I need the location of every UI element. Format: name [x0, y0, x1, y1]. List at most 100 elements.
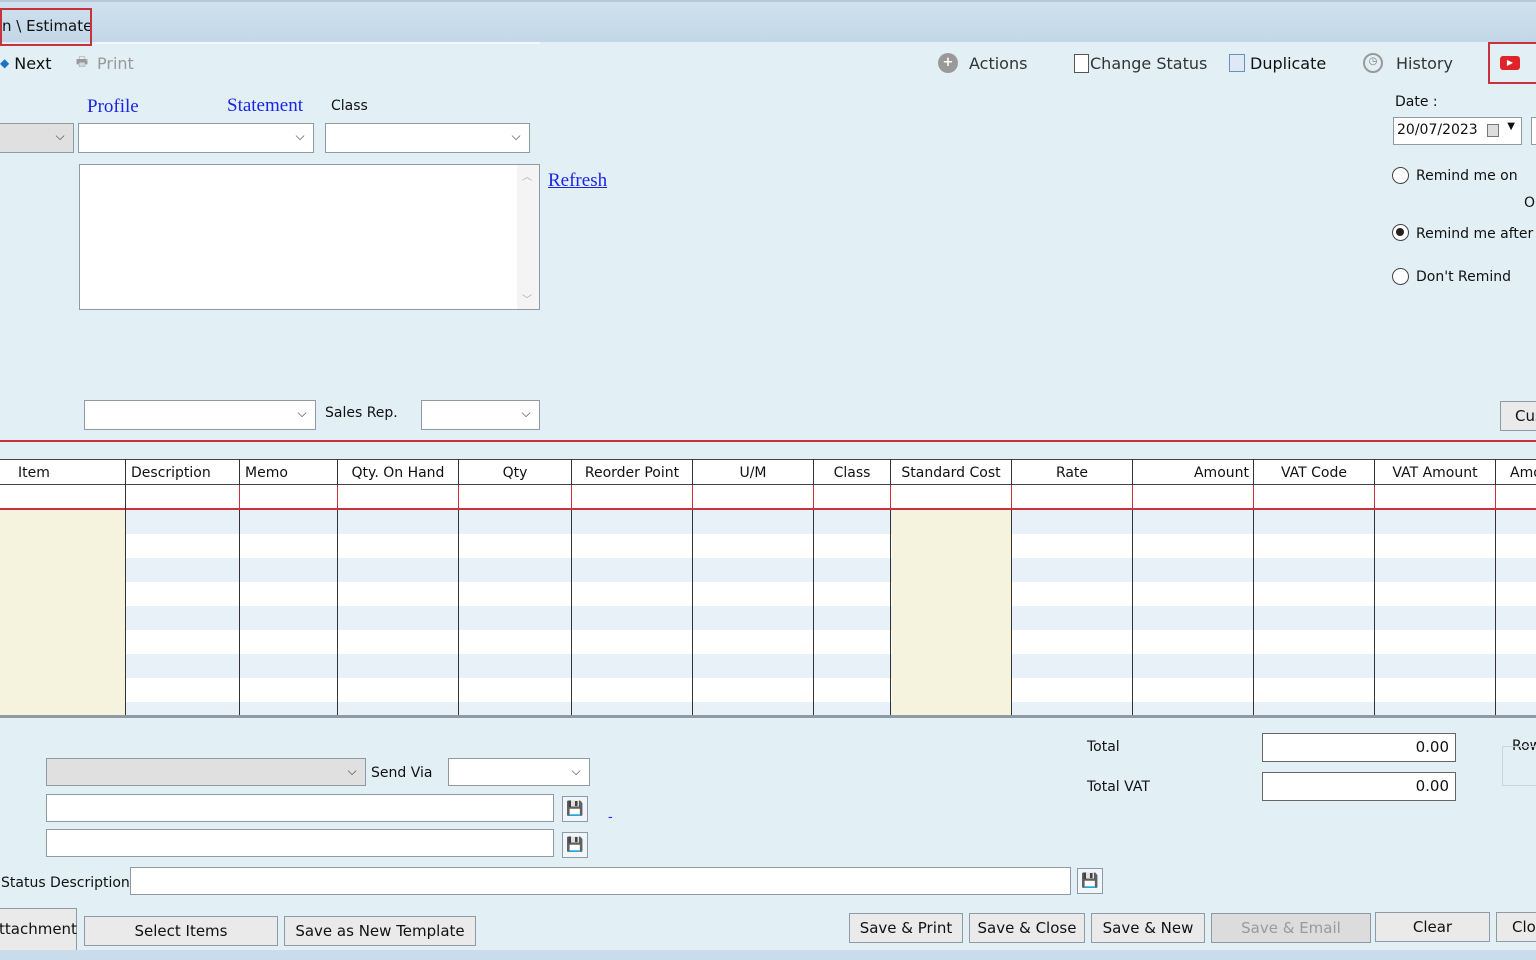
grid-header-row: Item Description Memo Qty. On Hand Qty R… — [0, 459, 1536, 486]
send-via-combo[interactable]: ⌵ — [448, 758, 590, 786]
col-rate[interactable]: Rate — [1012, 460, 1133, 486]
col-qty-on-hand[interactable]: Qty. On Hand — [338, 460, 459, 486]
col-reorder-point[interactable]: Reorder Point — [572, 460, 693, 486]
col-memo[interactable]: Memo — [240, 460, 338, 486]
title-bar — [0, 0, 1536, 42]
select-items-button[interactable]: Select Items — [84, 916, 278, 946]
change-status-button[interactable]: Change Status — [1074, 50, 1207, 76]
history-clock-icon: ◷ — [1363, 53, 1383, 73]
save-email-button[interactable]: Save & Email — [1211, 913, 1371, 943]
duplicate-button[interactable]: Duplicate — [1229, 50, 1326, 76]
scroll-down-icon[interactable]: ﹀ — [522, 291, 532, 306]
col-item[interactable]: Item — [0, 460, 126, 486]
col-standard-cost[interactable]: Standard Cost — [891, 460, 1012, 486]
remind-after-radio[interactable] — [1392, 224, 1409, 241]
table-row[interactable] — [0, 630, 1536, 654]
chevron-down-icon: ⌵ — [511, 129, 521, 143]
save-as-new-template-button[interactable]: Save as New Template — [284, 916, 476, 946]
memo-field-2[interactable] — [46, 829, 554, 857]
item-column-fill — [0, 510, 125, 715]
clear-button[interactable]: Clear — [1375, 912, 1490, 942]
profile-combo[interactable]: ⌵ — [78, 123, 314, 153]
edit-row-divider — [337, 485, 338, 510]
partial-label: O — [1524, 195, 1536, 211]
col-description[interactable]: Description — [126, 460, 240, 486]
table-row[interactable] — [0, 606, 1536, 630]
total-vat-label: Total VAT — [1087, 779, 1150, 795]
col-qty[interactable]: Qty — [459, 460, 572, 486]
chevron-down-icon: ⌵ — [295, 129, 305, 143]
refresh-link[interactable]: Refresh — [548, 170, 607, 192]
col-amount-2[interactable]: Amo — [1496, 460, 1536, 486]
sales-rep-combo[interactable]: ⌵ — [421, 400, 540, 430]
video-tutorial-button[interactable]: ▶ — [1488, 42, 1536, 84]
template-combo[interactable]: ⌵ — [46, 758, 366, 786]
save-disk-icon[interactable]: 💾 — [562, 796, 588, 822]
calendar-icon[interactable] — [1487, 124, 1499, 137]
save-disk-icon[interactable]: 💾 — [1077, 868, 1103, 894]
table-row[interactable] — [0, 678, 1536, 702]
dash-link[interactable]: - — [608, 810, 613, 825]
dont-remind-radio[interactable] — [1392, 268, 1409, 285]
chevron-down-icon[interactable]: ▼ — [1507, 121, 1515, 132]
edit-row-divider — [571, 485, 572, 510]
table-row[interactable] — [0, 582, 1536, 606]
edit-row-divider — [1374, 485, 1375, 510]
actions-button[interactable]: + Actions — [938, 50, 1027, 76]
edit-row-divider — [239, 485, 240, 510]
col-um[interactable]: U/M — [693, 460, 814, 486]
edit-row-divider — [692, 485, 693, 510]
class-combo[interactable]: ⌵ — [325, 123, 530, 153]
table-row[interactable] — [0, 510, 1536, 534]
chevron-down-icon: ⌵ — [347, 764, 357, 778]
table-row[interactable] — [0, 702, 1536, 715]
scroll-up-icon[interactable]: ︿ — [522, 168, 532, 183]
remind-on-radio[interactable] — [1392, 167, 1409, 184]
chevron-down-icon: ⌵ — [571, 764, 581, 778]
save-print-button[interactable]: Save & Print — [849, 913, 963, 943]
youtube-icon: ▶ — [1500, 56, 1520, 70]
save-disk-icon[interactable]: 💾 — [562, 832, 588, 858]
grid-body[interactable] — [0, 510, 1536, 715]
edit-row-divider — [1495, 485, 1496, 510]
profile-label[interactable]: Profile — [87, 96, 139, 118]
col-class[interactable]: Class — [814, 460, 891, 486]
save-close-button[interactable]: Save & Close — [969, 913, 1085, 943]
history-button[interactable]: ◷ History — [1363, 50, 1453, 76]
col-amount[interactable]: Amount — [1133, 460, 1254, 486]
save-new-button[interactable]: Save & New — [1091, 913, 1205, 943]
scrollbar[interactable]: ︿ ﹀ — [517, 165, 539, 309]
customer-combo[interactable]: ⌵ — [0, 123, 74, 153]
close-button[interactable]: Clos — [1496, 912, 1536, 942]
breadcrumb: n \ Estimate — [0, 8, 92, 46]
next-button[interactable]: ◆ Next — [0, 50, 52, 76]
rep-combo-left[interactable]: ⌵ — [84, 400, 316, 430]
row-panel — [1502, 746, 1536, 786]
total-vat-value: 0.00 — [1262, 772, 1456, 801]
table-row[interactable] — [0, 654, 1536, 678]
table-row[interactable] — [0, 534, 1536, 558]
statement-label[interactable]: Statement — [227, 95, 303, 117]
address-textarea[interactable]: ︿ ﹀ — [79, 164, 540, 310]
date-picker[interactable]: 20/07/2023 ▼ — [1393, 117, 1522, 145]
status-description-label: Status Description: — [1, 875, 135, 891]
grid-edit-row[interactable] — [0, 485, 1536, 510]
col-divider — [125, 459, 126, 715]
secondary-date-field[interactable] — [1531, 117, 1536, 145]
total-label: Total — [1087, 739, 1120, 755]
class-label: Class — [331, 98, 368, 114]
chevron-down-icon: ⌵ — [55, 129, 65, 143]
edit-row-divider — [1253, 485, 1254, 510]
col-vat-code[interactable]: VAT Code — [1254, 460, 1375, 486]
print-button[interactable]: 🖶 Print — [72, 50, 134, 76]
col-vat-amount[interactable]: VAT Amount — [1375, 460, 1496, 486]
chevron-down-icon: ⌵ — [521, 406, 531, 420]
memo-field-1[interactable] — [46, 794, 554, 822]
status-description-field[interactable] — [130, 867, 1071, 895]
edit-row-divider — [1132, 485, 1133, 510]
customize-button[interactable]: Cus — [1500, 401, 1536, 431]
chevron-down-icon: ⌵ — [297, 406, 307, 420]
table-row[interactable] — [0, 558, 1536, 582]
attachment-button[interactable]: ttachment — [0, 908, 77, 952]
dont-remind-label: Don't Remind — [1416, 269, 1512, 285]
